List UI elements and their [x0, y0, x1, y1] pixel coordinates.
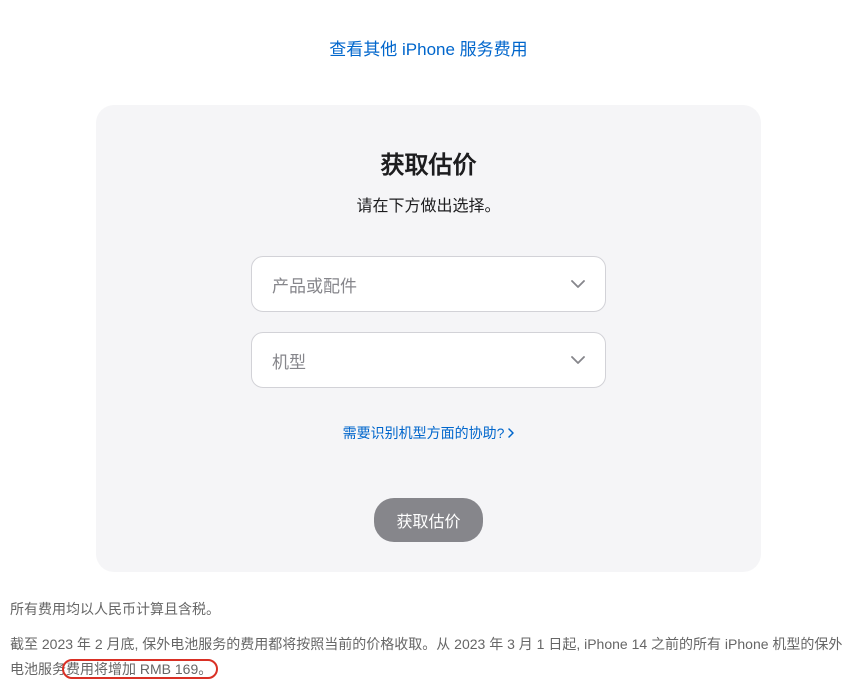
footer-line-1: 所有费用均以人民币计算且含税。	[10, 597, 847, 622]
card-title: 获取估价	[126, 145, 731, 180]
chevron-down-icon	[571, 277, 585, 291]
price-increase-highlight: 费用将增加 RMB 169。	[66, 661, 212, 677]
chevron-right-icon	[508, 425, 514, 441]
footer-line-2: 截至 2023 年 2 月底, 保外电池服务的费用都将按照当前的价格收取。从 2…	[10, 632, 847, 682]
identify-model-help-link[interactable]: 需要识别机型方面的协助?	[343, 423, 515, 443]
chevron-down-icon	[571, 353, 585, 367]
view-other-services-link[interactable]: 查看其他 iPhone 服务费用	[329, 40, 527, 59]
product-select-placeholder: 产品或配件	[272, 272, 357, 297]
card-subtitle: 请在下方做出选择。	[126, 192, 731, 216]
help-link-label: 需要识别机型方面的协助?	[343, 423, 505, 443]
footer-line-2-highlight-text: 费用将增加 RMB 169。	[66, 661, 212, 677]
footer-notes: 所有费用均以人民币计算且含税。 截至 2023 年 2 月底, 保外电池服务的费…	[10, 597, 847, 683]
product-select[interactable]: 产品或配件	[251, 256, 606, 312]
model-select-placeholder: 机型	[272, 348, 306, 373]
model-select[interactable]: 机型	[251, 332, 606, 388]
estimate-card: 获取估价 请在下方做出选择。 产品或配件 机型 需要识别机型方面的协助? 获取估…	[96, 105, 761, 572]
get-estimate-button[interactable]: 获取估价	[374, 498, 482, 542]
